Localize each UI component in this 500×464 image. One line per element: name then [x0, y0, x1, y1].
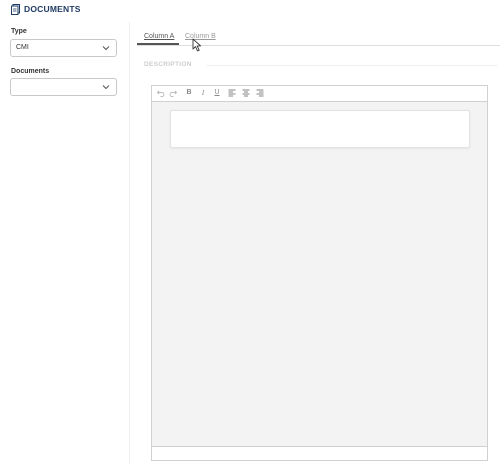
italic-button[interactable]: I	[198, 88, 208, 98]
tab-column-a[interactable]: Column A	[144, 33, 174, 40]
type-select-value: CMI	[16, 44, 29, 51]
redo-icon[interactable]	[168, 88, 178, 98]
rich-text-editor: B I U	[151, 85, 488, 461]
editor-toolbar: B I U	[152, 86, 487, 102]
documents-label: Documents	[11, 68, 50, 75]
align-left-icon[interactable]	[227, 88, 237, 98]
editor-content-area[interactable]	[170, 110, 470, 148]
align-center-icon[interactable]	[241, 88, 251, 98]
type-label: Type	[11, 28, 27, 35]
mouse-cursor-icon	[192, 38, 202, 52]
documents-select[interactable]	[10, 78, 117, 96]
chevron-down-icon	[102, 46, 110, 51]
underline-button[interactable]: U	[212, 88, 222, 98]
bold-button[interactable]: B	[184, 88, 194, 98]
type-select[interactable]: CMI	[10, 39, 117, 57]
chevron-down-icon	[102, 85, 110, 90]
editor-status-bar	[152, 446, 487, 460]
active-tab-indicator	[137, 43, 179, 45]
description-heading: DESCRIPTION	[144, 61, 192, 68]
page-header: DOCUMENTS	[0, 0, 500, 22]
undo-icon[interactable]	[156, 88, 166, 98]
documents-icon	[11, 4, 20, 15]
sidebar: Type CMI Documents	[0, 22, 130, 464]
description-divider	[207, 65, 497, 66]
align-right-icon[interactable]	[255, 88, 265, 98]
page-title: DOCUMENTS	[24, 4, 81, 14]
